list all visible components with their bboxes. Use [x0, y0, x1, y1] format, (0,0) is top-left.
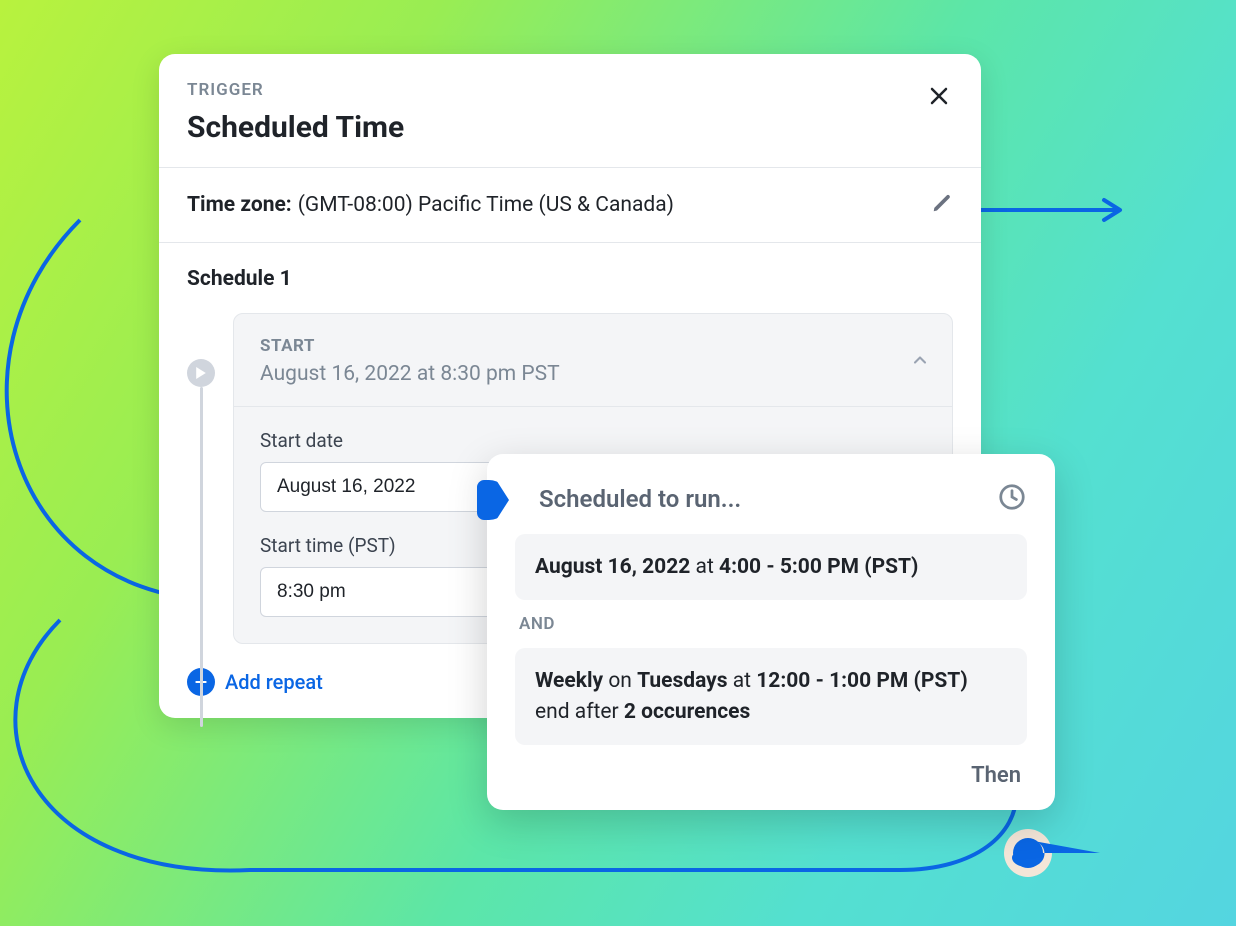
run2-at: at [733, 669, 751, 693]
start-header[interactable]: START August 16, 2022 at 8:30 pm PST [234, 314, 952, 406]
trigger-eyebrow: TRIGGER [187, 80, 953, 100]
run1-date: August 16, 2022 [535, 555, 690, 579]
popover-pointer-icon [477, 480, 509, 520]
collapse-button[interactable] [910, 350, 930, 374]
run2-occur: 2 occurences [624, 700, 750, 724]
pencil-icon [931, 192, 953, 214]
popover-title: Scheduled to run... [539, 485, 741, 513]
run1-at: at [696, 555, 714, 579]
start-eyebrow: START [260, 336, 926, 356]
close-button[interactable] [921, 78, 957, 114]
chevron-up-icon [910, 350, 930, 370]
close-icon [927, 84, 951, 108]
start-date-label: Start date [260, 429, 926, 452]
start-datetime: August 16, 2022 at 8:30 pm PST [260, 362, 926, 386]
timezone-value: (GMT-08:00) Pacific Time (US & Canada) [298, 193, 674, 217]
and-separator: AND [519, 614, 1027, 634]
run-block-1: August 16, 2022 at 4:00 - 5:00 PM (PST) [515, 534, 1027, 600]
edit-timezone-button[interactable] [931, 192, 953, 218]
run2-on: on [608, 669, 632, 693]
schedule-title: Schedule 1 [187, 267, 953, 291]
card-header: TRIGGER Scheduled Time [159, 80, 981, 167]
run-schedule-popover: Scheduled to run... August 16, 2022 at 4… [487, 454, 1055, 810]
run2-freq: Weekly [535, 669, 603, 693]
clock-icon [997, 482, 1027, 516]
then-row: Then [515, 763, 1027, 788]
timezone-row: Time zone: (GMT-08:00) Pacific Time (US … [159, 167, 981, 243]
trigger-title: Scheduled Time [187, 110, 953, 145]
timezone-label: Time zone: [187, 193, 292, 217]
run2-time: 12:00 - 1:00 PM (PST) [756, 669, 967, 693]
start-indicator [187, 359, 215, 387]
add-repeat-label: Add repeat [225, 670, 323, 694]
then-label: Then [971, 763, 1021, 788]
popover-header: Scheduled to run... [515, 482, 1027, 516]
run2-end: end after [535, 700, 619, 724]
run-block-2: Weekly on Tuesdays at 12:00 - 1:00 PM (P… [515, 648, 1027, 745]
play-icon [195, 367, 207, 379]
run2-days: Tuesdays [637, 669, 727, 693]
timeline-line [200, 387, 203, 727]
run1-time: 4:00 - 5:00 PM (PST) [719, 555, 918, 579]
